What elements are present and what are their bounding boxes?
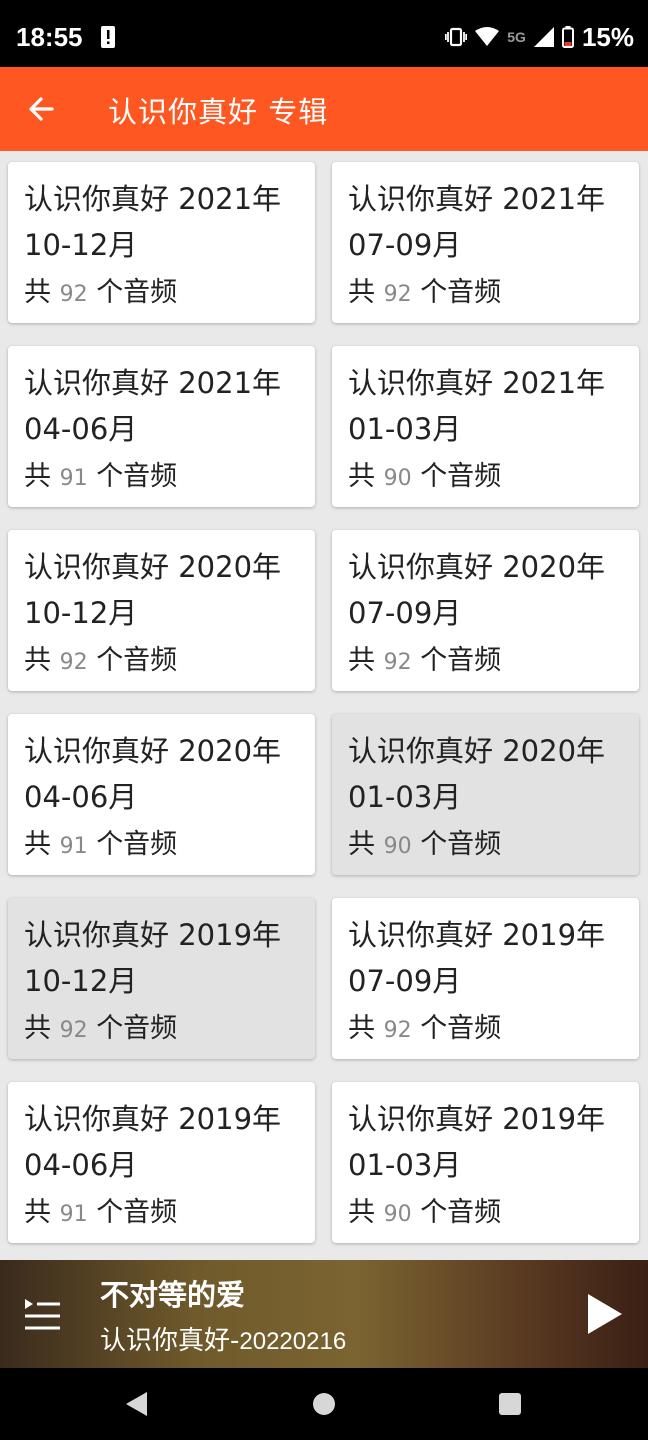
mini-player[interactable]: 不对等的爱 认识你真好-20220216	[0, 1260, 648, 1368]
count-prefix: 共	[348, 645, 375, 676]
album-track-count: 共 92 个音频	[24, 638, 177, 677]
count-suffix: 个音频	[420, 1197, 502, 1228]
count-suffix: 个音频	[420, 829, 502, 860]
count-suffix: 个音频	[96, 277, 178, 308]
album-track-count: 共 91 个音频	[24, 822, 177, 861]
album-title: 认识你真好 2019年 07-09月	[348, 918, 606, 998]
count-suffix: 个音频	[96, 645, 178, 676]
album-title: 认识你真好 2021年 10-12月	[24, 182, 282, 262]
battery-icon	[561, 26, 574, 48]
count-number: 92	[59, 650, 88, 675]
count-number: 92	[383, 1018, 412, 1043]
app-bar: 认识你真好 专辑	[0, 67, 648, 151]
album-title: 认识你真好 2021年 07-09月	[348, 182, 606, 262]
album-title: 认识你真好 2021年 04-06月	[24, 366, 282, 446]
wifi-icon	[475, 27, 500, 46]
album-card[interactable]: 认识你真好 2021年 04-06月共 91 个音频	[8, 346, 315, 507]
album-track-count: 共 90 个音频	[348, 454, 501, 493]
back-arrow-icon[interactable]	[24, 91, 60, 127]
count-number: 90	[383, 466, 412, 491]
album-card[interactable]: 认识你真好 2019年 04-06月共 91 个音频	[8, 1082, 315, 1243]
now-playing-album: 认识你真好-	[100, 1326, 240, 1356]
vibrate-icon	[445, 27, 468, 47]
album-card[interactable]: 认识你真好 2021年 07-09月共 92 个音频	[332, 162, 639, 323]
count-number: 90	[383, 1202, 412, 1227]
status-time: 18:55	[16, 22, 83, 52]
nav-recents-icon[interactable]	[499, 1393, 521, 1415]
album-card[interactable]: 认识你真好 2021年 10-12月共 92 个音频	[8, 162, 315, 323]
count-number: 92	[383, 282, 412, 307]
album-track-count: 共 92 个音频	[24, 270, 177, 309]
count-suffix: 个音频	[96, 1013, 178, 1044]
count-number: 91	[59, 834, 88, 859]
count-prefix: 共	[348, 461, 375, 492]
count-suffix: 个音频	[96, 1197, 178, 1228]
album-card[interactable]: 认识你真好 2020年 07-09月共 92 个音频	[332, 530, 639, 691]
album-title: 认识你真好 2020年 04-06月	[24, 734, 282, 814]
album-card[interactable]: 认识你真好 2020年 04-06月共 91 个音频	[8, 714, 315, 875]
album-title: 认识你真好 2021年 01-03月	[348, 366, 606, 446]
album-track-count: 共 91 个音频	[24, 454, 177, 493]
count-prefix: 共	[348, 277, 375, 308]
album-title: 认识你真好 2020年 07-09月	[348, 550, 606, 630]
album-title: 认识你真好 2019年 01-03月	[348, 1102, 606, 1182]
count-number: 92	[383, 650, 412, 675]
status-right-group: 5G 15%	[445, 22, 634, 52]
album-card[interactable]: 认识你真好 2019年 01-03月共 90 个音频	[332, 1082, 639, 1243]
album-grid[interactable]: 认识你真好 2021年 10-12月共 92 个音频 认识你真好 2021年 07…	[0, 151, 648, 1260]
count-prefix: 共	[348, 1013, 375, 1044]
notification-alert-icon	[101, 26, 115, 48]
album-card[interactable]: 认识你真好 2019年 07-09月共 92 个音频	[332, 898, 639, 1059]
album-card[interactable]: 认识你真好 2019年 10-12月共 92 个音频	[8, 898, 315, 1059]
count-suffix: 个音频	[420, 277, 502, 308]
network-type: 5G	[507, 29, 526, 45]
album-track-count: 共 92 个音频	[24, 1006, 177, 1045]
count-prefix: 共	[24, 829, 51, 860]
count-prefix: 共	[24, 1013, 51, 1044]
count-suffix: 个音频	[96, 461, 178, 492]
now-playing-subtitle: 认识你真好-20220216	[100, 1320, 346, 1357]
now-playing-date: 20220216	[239, 1328, 347, 1355]
album-track-count: 共 90 个音频	[348, 1190, 501, 1229]
album-title: 认识你真好 2020年 01-03月	[348, 734, 606, 814]
album-track-count: 共 92 个音频	[348, 1006, 501, 1045]
playlist-icon[interactable]	[22, 1296, 62, 1332]
count-number: 91	[59, 1202, 88, 1227]
count-suffix: 个音频	[420, 645, 502, 676]
count-suffix: 个音频	[420, 461, 502, 492]
album-card[interactable]: 认识你真好 2020年 10-12月共 92 个音频	[8, 530, 315, 691]
album-title: 认识你真好 2020年 10-12月	[24, 550, 282, 630]
nav-home-icon[interactable]	[313, 1393, 335, 1415]
now-playing-title: 不对等的爱	[100, 1278, 246, 1312]
count-number: 91	[59, 466, 88, 491]
count-suffix: 个音频	[420, 1013, 502, 1044]
count-number: 92	[59, 282, 88, 307]
signal-icon	[533, 27, 554, 47]
count-prefix: 共	[24, 1197, 51, 1228]
status-bar: 18:55 5G 15%	[0, 0, 648, 67]
album-card[interactable]: 认识你真好 2020年 01-03月共 90 个音频	[332, 714, 639, 875]
count-prefix: 共	[24, 645, 51, 676]
album-card[interactable]: 认识你真好 2021年 01-03月共 90 个音频	[332, 346, 639, 507]
count-number: 90	[383, 834, 412, 859]
album-track-count: 共 92 个音频	[348, 638, 501, 677]
play-icon[interactable]	[584, 1292, 624, 1336]
nav-back-icon[interactable]	[126, 1392, 148, 1416]
album-track-count: 共 92 个音频	[348, 270, 501, 309]
count-prefix: 共	[24, 461, 51, 492]
count-prefix: 共	[348, 829, 375, 860]
count-prefix: 共	[348, 1197, 375, 1228]
system-nav-bar	[0, 1368, 648, 1440]
count-suffix: 个音频	[96, 829, 178, 860]
album-title: 认识你真好 2019年 10-12月	[24, 918, 282, 998]
page-title: 认识你真好 专辑	[108, 95, 329, 129]
album-title: 认识你真好 2019年 04-06月	[24, 1102, 282, 1182]
battery-percentage: 15%	[581, 21, 634, 52]
album-track-count: 共 90 个音频	[348, 822, 501, 861]
count-number: 92	[59, 1018, 88, 1043]
count-prefix: 共	[24, 277, 51, 308]
album-track-count: 共 91 个音频	[24, 1190, 177, 1229]
